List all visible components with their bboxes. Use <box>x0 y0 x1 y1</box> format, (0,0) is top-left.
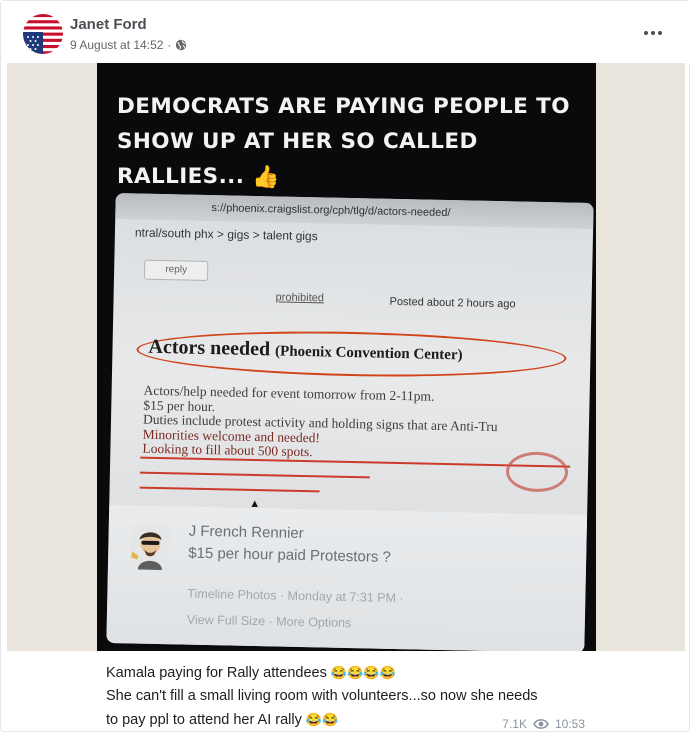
video-duration: 10:53 <box>554 717 585 731</box>
url-bar: s://phoenix.craigslist.org/cph/tlg/d/act… <box>115 193 594 230</box>
laughing-emoji-icon: 😂😂😂😂 <box>330 665 396 680</box>
ad-body: Actors/help needed for event tomorrow fr… <box>142 383 583 466</box>
caption-text: Kamala paying for Rally attendees <box>106 665 327 681</box>
caption-line: She can't fill a small living room with … <box>106 688 538 704</box>
shared-post-row: J French Rennier $15 per hour paid Prote… <box>106 504 588 651</box>
avatar[interactable] <box>23 14 63 54</box>
video-stats: 7.1K 10:53 <box>502 717 585 731</box>
prohibited-link: prohibited <box>275 291 325 305</box>
poster-meta: Timeline Photos · Monday at 7:31 PM · <box>187 586 404 606</box>
ad-title-text: Actors needed <box>148 335 271 361</box>
meta-separator: · <box>167 38 172 52</box>
post-card: Janet Ford 9 August at 14:52 · DEMOCRATS… <box>0 0 690 732</box>
caption-line: Kamala paying for Rally attendees 😂😂😂😂 <box>106 661 606 685</box>
craigslist-screenshot: s://phoenix.craigslist.org/cph/tlg/d/act… <box>106 193 594 651</box>
poster-avatar-icon <box>129 525 171 571</box>
red-underline <box>139 471 370 479</box>
image-headline: DEMOCRATS ARE PAYING PEOPLE TO SHOW UP A… <box>117 89 587 195</box>
post-meta: 9 August at 14:52 · <box>70 38 187 52</box>
poster-text: $15 per hour paid Protestors ? <box>188 544 391 566</box>
reply-button: reply <box>143 259 209 281</box>
breadcrumb: ntral/south phx > gigs > talent gigs <box>134 225 318 244</box>
us-flag-avatar-icon <box>23 14 63 54</box>
image-headline-text: DEMOCRATS ARE PAYING PEOPLE TO SHOW UP A… <box>117 94 570 189</box>
posted-time: Posted about 2 hours ago <box>389 295 516 311</box>
post-header: Janet Ford 9 August at 14:52 · <box>1 1 690 63</box>
view-count: 7.1K <box>502 717 527 731</box>
post-photo[interactable]: DEMOCRATS ARE PAYING PEOPLE TO SHOW UP A… <box>97 63 596 651</box>
laughing-emoji-icon: 😂😂 <box>305 712 339 727</box>
ad-location: (Phoenix Convention Center) <box>274 343 463 364</box>
red-underline <box>139 486 320 493</box>
poster-name: J French Rennier <box>188 522 304 543</box>
caption-text: to pay ppl to attend her AI rally <box>106 712 302 728</box>
red-circle-annotation <box>505 451 569 493</box>
author-name[interactable]: Janet Ford <box>70 16 147 33</box>
post-date[interactable]: 9 August at 14:52 <box>70 38 163 52</box>
poster-links: View Full Size · More Options <box>186 612 352 631</box>
globe-icon <box>176 39 187 51</box>
eye-icon <box>533 719 549 729</box>
thumbs-up-emoji-icon: 👍 <box>252 164 280 190</box>
more-options-icon[interactable] <box>641 23 665 43</box>
